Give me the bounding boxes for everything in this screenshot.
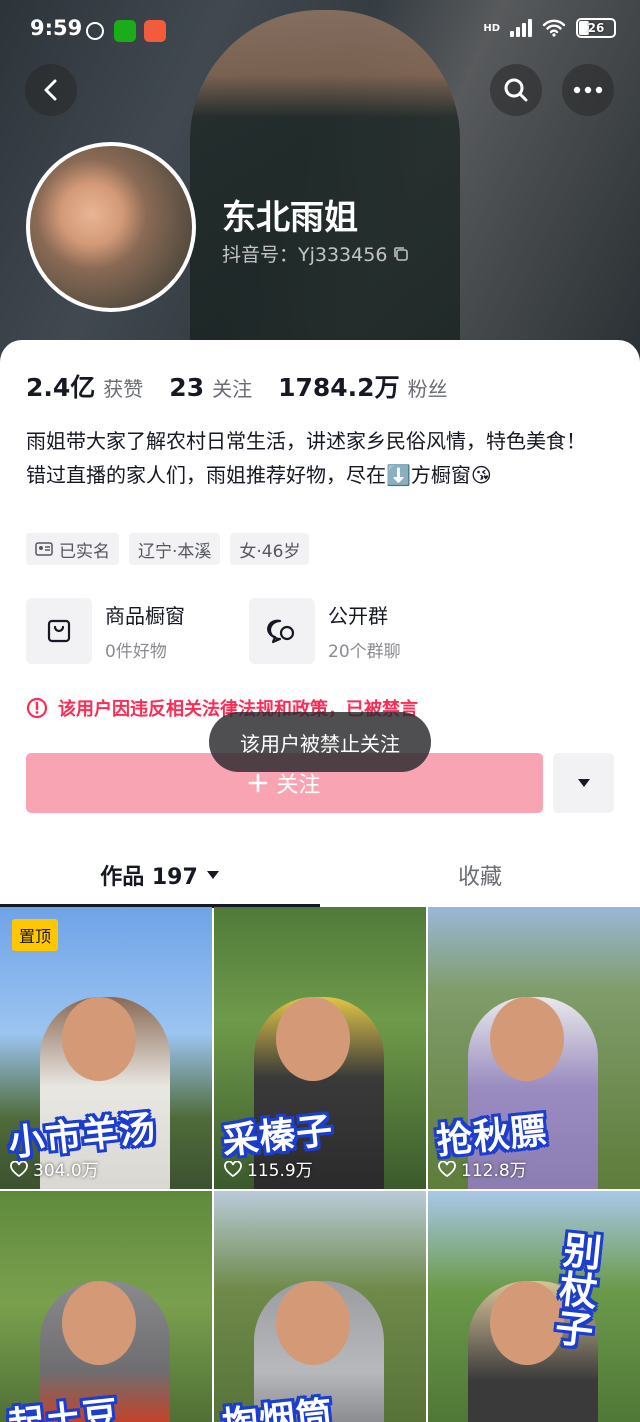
wechat-icon bbox=[114, 20, 136, 42]
alert-icon bbox=[26, 697, 48, 719]
stat-likes[interactable]: 2.4亿 获赞 bbox=[26, 368, 143, 404]
wifi-icon bbox=[542, 19, 566, 37]
network-label: HD bbox=[483, 22, 500, 34]
douyin-id[interactable]: 抖音号：Yj333456 bbox=[222, 240, 409, 267]
card-subtitle: 0件好物 bbox=[105, 642, 167, 662]
tab-favorites[interactable]: 收藏 bbox=[320, 845, 640, 905]
video-likes: 115.9万 bbox=[224, 1156, 313, 1181]
chevron-left-icon bbox=[44, 79, 57, 101]
content-tabs: 作品 197 收藏 bbox=[0, 845, 640, 908]
stat-followers[interactable]: 1784.2万 粉丝 bbox=[278, 368, 447, 404]
profile-bio: 雨姐带大家了解农村日常生活，讲述家乡民俗风情，特色美食！ 错过直播的家人们，雨姐… bbox=[26, 424, 618, 492]
tab-works[interactable]: 作品 197 bbox=[0, 845, 320, 905]
toast-message: 该用户被禁止关注 bbox=[209, 712, 431, 772]
alarm-icon bbox=[86, 22, 104, 40]
profile-name: 东北雨姐 bbox=[222, 198, 358, 238]
heart-icon bbox=[10, 1160, 28, 1177]
public-group-card[interactable]: 公开群 20个群聊 bbox=[249, 598, 472, 664]
back-button[interactable] bbox=[25, 64, 77, 116]
video-tile[interactable]: 掏烟筒 bbox=[214, 1191, 426, 1422]
caret-down-icon bbox=[577, 779, 590, 787]
feature-cards: 商品橱窗 0件好物 公开群 20个群聊 bbox=[26, 598, 472, 664]
bio-line: 错过直播的家人们，雨姐推荐好物，尽在⬇️方橱窗😘 bbox=[26, 463, 492, 487]
avatar[interactable] bbox=[26, 142, 196, 312]
more-icon bbox=[573, 86, 603, 94]
tag-verified: 已实名 bbox=[26, 533, 119, 565]
video-tile[interactable]: 抢秋膘 112.8万 bbox=[428, 907, 640, 1189]
video-likes: 112.8万 bbox=[438, 1156, 527, 1181]
video-tile[interactable]: 起土豆 bbox=[0, 1191, 212, 1422]
card-title: 商品橱窗 bbox=[105, 604, 185, 628]
signal-icon bbox=[510, 19, 532, 37]
stat-following[interactable]: 23 关注 bbox=[169, 373, 252, 402]
tag-location: 辽宁·本溪 bbox=[129, 533, 221, 565]
recommend-dropdown-button[interactable] bbox=[553, 753, 614, 813]
id-card-icon bbox=[35, 542, 53, 556]
douyin-id-text: 抖音号：Yj333456 bbox=[222, 244, 388, 266]
heart-icon bbox=[438, 1160, 456, 1177]
tag-gender-age: 女·46岁 bbox=[230, 533, 310, 565]
profile-stats: 2.4亿 获赞 23 关注 1784.2万 粉丝 bbox=[26, 368, 474, 404]
plus-icon bbox=[249, 773, 268, 793]
video-tile[interactable]: 采榛子 115.9万 bbox=[214, 907, 426, 1189]
card-subtitle: 20个群聊 bbox=[328, 642, 401, 662]
pinned-badge: 置顶 bbox=[12, 919, 59, 951]
status-bar: 9:59 HD 26 bbox=[0, 0, 640, 60]
copy-icon[interactable] bbox=[393, 246, 409, 262]
video-tile[interactable]: 别杖子 bbox=[428, 1191, 640, 1422]
search-icon bbox=[504, 78, 528, 102]
video-likes: 304.0万 bbox=[10, 1156, 99, 1181]
profile-panel: 2.4亿 获赞 23 关注 1784.2万 粉丝 雨姐带大家了解农村日常生活，讲述家乡… bbox=[0, 340, 640, 1422]
bio-line: 雨姐带大家了解农村日常生活，讲述家乡民俗风情，特色美食！ bbox=[26, 429, 586, 453]
shopping-bag-icon bbox=[47, 619, 71, 643]
card-title: 公开群 bbox=[328, 604, 388, 628]
video-tile[interactable]: 置顶 小市羊汤 304.0万 bbox=[0, 907, 212, 1189]
more-options-button[interactable] bbox=[562, 64, 614, 116]
caret-down-icon bbox=[206, 871, 219, 879]
battery-icon: 26 bbox=[576, 18, 616, 38]
heart-icon bbox=[224, 1160, 242, 1177]
profile-tags: 已实名 辽宁·本溪 女·46岁 bbox=[26, 533, 310, 565]
search-button[interactable] bbox=[490, 64, 542, 116]
group-chat-icon bbox=[267, 619, 295, 644]
video-grid: 置顶 小市羊汤 304.0万 采榛子 115.9万 抢秋膘 112.8万 起土豆… bbox=[0, 907, 640, 1422]
shop-window-card[interactable]: 商品橱窗 0件好物 bbox=[26, 598, 249, 664]
app-notification-icon bbox=[144, 20, 166, 42]
status-time: 9:59 bbox=[30, 16, 83, 40]
